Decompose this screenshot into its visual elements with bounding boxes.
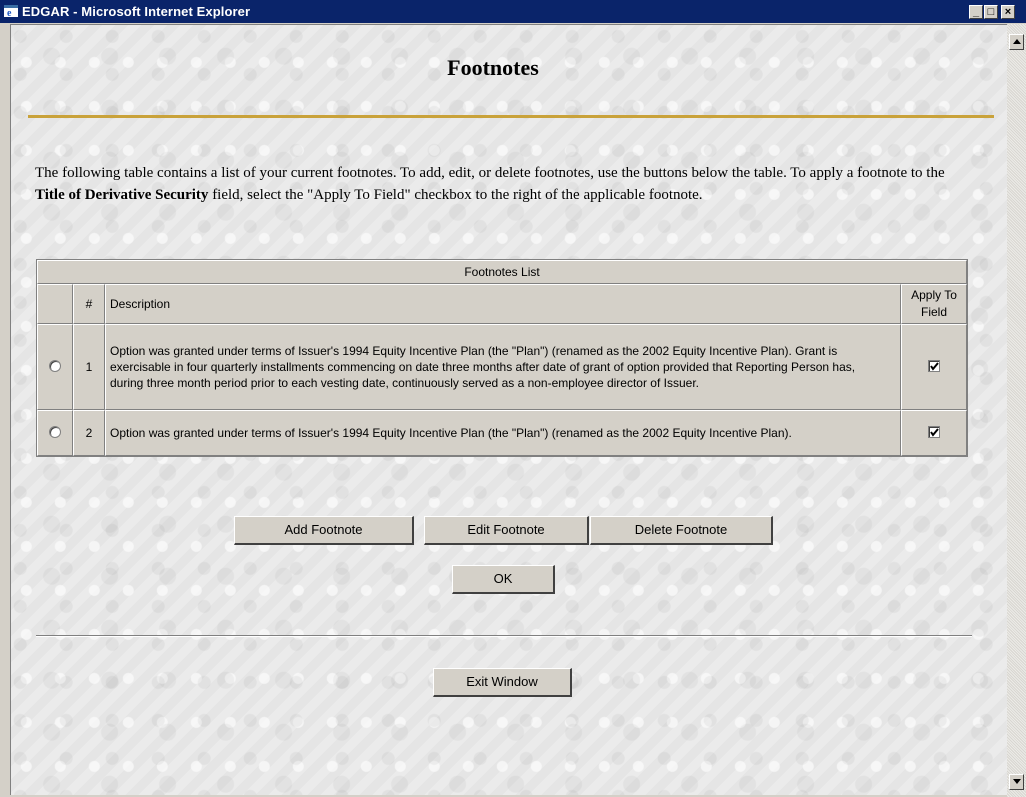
description-cell: Option was granted under terms of Issuer… xyxy=(105,324,901,410)
scroll-down-button[interactable] xyxy=(1009,774,1024,790)
close-icon: × xyxy=(1004,6,1012,18)
internet-explorer-icon: e xyxy=(3,3,19,19)
header-number: # xyxy=(73,284,105,324)
close-button[interactable]: × xyxy=(1001,5,1015,19)
minimize-button[interactable]: _ xyxy=(969,5,983,19)
footnote-1-apply-checkbox[interactable] xyxy=(928,359,940,372)
select-cell xyxy=(37,410,73,456)
scroll-up-button[interactable] xyxy=(1009,34,1024,50)
header-select xyxy=(37,284,73,324)
intro-part-2: field, select the "Apply To Field" check… xyxy=(208,187,703,203)
arrow-down-icon xyxy=(1013,779,1021,784)
maximize-icon: □ xyxy=(987,6,995,18)
minimize-icon: _ xyxy=(972,6,980,18)
page-content: Footnotes The following table contains a… xyxy=(10,24,1007,795)
checkmark-icon xyxy=(930,427,939,437)
gold-divider xyxy=(28,115,994,118)
svg-text:e: e xyxy=(7,8,12,19)
ok-button[interactable]: OK xyxy=(452,565,555,594)
browser-window: e EDGAR - Microsoft Internet Explorer _ … xyxy=(0,0,1026,797)
page-title: Footnotes xyxy=(447,55,539,80)
number-cell: 1 xyxy=(73,324,105,410)
table-caption: Footnotes List xyxy=(37,260,967,284)
table-row: 2 Option was granted under terms of Issu… xyxy=(37,410,967,456)
vertical-scrollbar[interactable] xyxy=(1007,24,1026,797)
select-cell xyxy=(37,324,73,410)
edit-footnote-button[interactable]: Edit Footnote xyxy=(424,516,589,545)
footnotes-table: Footnotes List # Description Apply To Fi… xyxy=(36,259,968,457)
maximize-button[interactable]: □ xyxy=(984,5,998,19)
footnote-2-apply-checkbox[interactable] xyxy=(928,425,940,438)
gray-divider xyxy=(36,635,972,637)
window-title: EDGAR - Microsoft Internet Explorer xyxy=(22,4,251,19)
arrow-up-icon xyxy=(1013,39,1021,44)
header-apply: Apply To Field xyxy=(901,284,967,324)
delete-footnote-button[interactable]: Delete Footnote xyxy=(590,516,773,545)
intro-field-name: Title of Derivative Security xyxy=(35,187,209,203)
header-description: Description xyxy=(105,284,901,324)
footnote-1-radio[interactable] xyxy=(49,359,61,372)
intro-text: The following table contains a list of y… xyxy=(35,162,975,206)
apply-cell xyxy=(901,324,967,410)
intro-part-1: The following table contains a list of y… xyxy=(35,165,945,181)
add-footnote-button[interactable]: Add Footnote xyxy=(234,516,414,545)
table-row: 1 Option was granted under terms of Issu… xyxy=(37,324,967,410)
apply-cell xyxy=(901,410,967,456)
checkmark-icon xyxy=(930,361,939,371)
description-cell: Option was granted under terms of Issuer… xyxy=(105,410,901,456)
number-cell: 2 xyxy=(73,410,105,456)
exit-window-button[interactable]: Exit Window xyxy=(433,668,572,697)
title-bar[interactable]: e EDGAR - Microsoft Internet Explorer _ … xyxy=(0,0,1026,23)
footnote-2-radio[interactable] xyxy=(49,425,61,438)
